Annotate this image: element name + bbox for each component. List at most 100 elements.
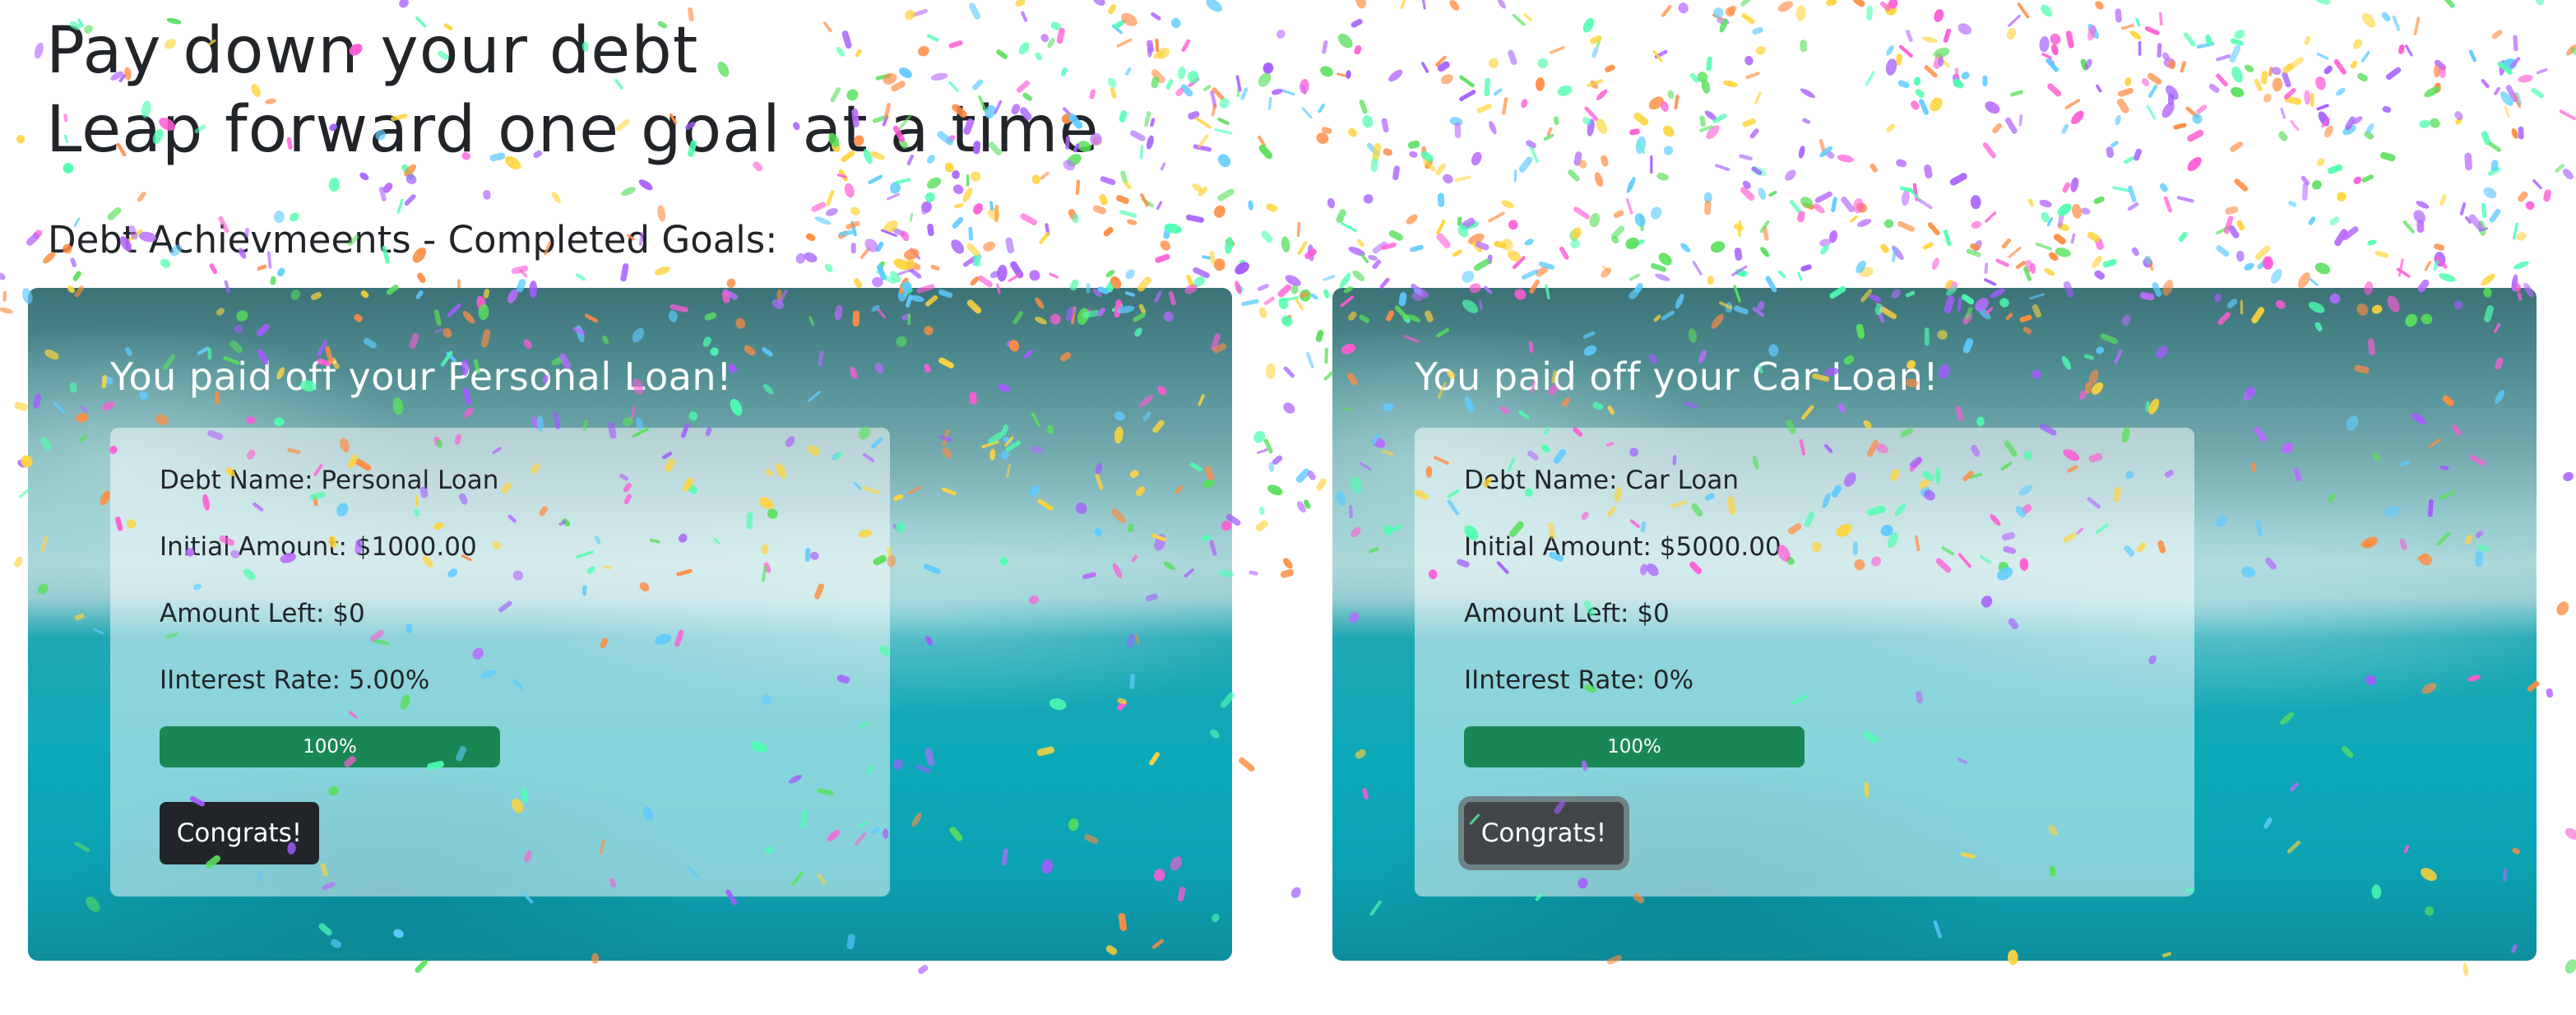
amount-left-value: $0 <box>332 599 365 628</box>
confetti-piece <box>1813 203 1825 214</box>
confetti-piece <box>1627 239 1645 249</box>
confetti-piece <box>1853 197 1864 214</box>
confetti-piece <box>859 247 871 259</box>
confetti-piece <box>1667 90 1675 100</box>
confetti-piece <box>399 0 409 8</box>
confetti-piece <box>2271 268 2282 284</box>
confetti-piece <box>2570 47 2576 56</box>
confetti-piece <box>1591 47 1599 58</box>
confetti-piece <box>1508 49 1517 65</box>
confetti-piece <box>1742 118 1756 127</box>
confetti-piece <box>1126 219 1137 225</box>
confetti-piece <box>1280 568 1294 578</box>
confetti-piece <box>2047 83 2062 97</box>
confetti-piece <box>0 272 6 280</box>
confetti-piece <box>1513 169 1517 183</box>
confetti-piece <box>2481 78 2490 89</box>
confetti-piece <box>1388 69 1403 82</box>
confetti-piece <box>1449 0 1459 11</box>
confetti-piece <box>2488 141 2501 152</box>
confetti-piece <box>1410 244 1424 253</box>
confetti-piece <box>1699 125 1714 132</box>
confetti-piece <box>1435 55 1447 67</box>
confetti-piece <box>2025 259 2032 273</box>
confetti-piece <box>1202 85 1212 92</box>
confetti-piece <box>1800 39 1807 53</box>
confetti-piece <box>2566 44 2576 56</box>
confetti-piece <box>1699 115 1706 127</box>
confetti-piece <box>2518 126 2524 140</box>
amount-left-row: Amount Left: $0 <box>1464 597 1670 630</box>
confetti-piece <box>1930 97 1943 112</box>
confetti-piece <box>2094 270 2106 280</box>
confetti-piece <box>1953 78 1964 89</box>
confetti-piece <box>1141 197 1155 208</box>
amount-left-label: Amount Left: <box>1464 599 1629 628</box>
confetti-piece <box>1296 501 1306 513</box>
confetti-piece <box>971 171 981 182</box>
confetti-piece <box>2513 93 2522 109</box>
confetti-piece <box>16 134 25 144</box>
confetti-piece <box>952 169 960 179</box>
confetti-piece <box>2434 256 2448 269</box>
confetti-piece <box>25 233 40 246</box>
confetti-piece <box>1310 293 1318 300</box>
confetti-piece <box>1420 146 1427 160</box>
congrats-button[interactable]: Congrats! <box>160 802 319 864</box>
confetti-piece <box>2128 185 2137 202</box>
confetti-piece <box>1755 45 1766 55</box>
confetti-piece <box>1301 107 1313 119</box>
goal-card-car-loan: You paid off your Car Loan! Debt Name: C… <box>1332 288 2537 961</box>
confetti-piece <box>1601 155 1609 167</box>
confetti-piece <box>2525 201 2535 211</box>
confetti-piece <box>2106 146 2114 158</box>
confetti-piece <box>1625 237 1639 250</box>
confetti-piece <box>973 203 984 215</box>
confetti-piece <box>2439 194 2447 206</box>
confetti-piece <box>1777 1 1793 12</box>
confetti-piece <box>2315 0 2330 5</box>
confetti-piece <box>14 556 23 568</box>
confetti-piece <box>2035 242 2053 251</box>
confetti-piece <box>1075 179 1081 195</box>
confetti-piece <box>1454 175 1471 183</box>
congrats-button[interactable]: Congrats! <box>1464 802 1624 864</box>
confetti-piece <box>2008 14 2021 27</box>
confetti-piece <box>1727 5 1736 15</box>
confetti-piece <box>396 198 404 214</box>
confetti-piece <box>1508 220 1518 230</box>
confetti-piece <box>2112 186 2131 192</box>
confetti-piece <box>2518 191 2528 202</box>
confetti-piece <box>1654 49 1668 59</box>
confetti-piece <box>2564 959 2576 974</box>
confetti-piece <box>2110 141 2119 147</box>
confetti-piece <box>1943 28 1952 43</box>
confetti-piece <box>1240 87 1249 100</box>
confetti-piece <box>2244 262 2254 271</box>
confetti-piece <box>1348 247 1365 257</box>
confetti-piece <box>891 227 906 236</box>
confetti-piece <box>1177 66 1186 80</box>
confetti-piece <box>1749 128 1759 139</box>
confetti-piece <box>1884 3 1897 16</box>
confetti-piece <box>1187 71 1199 84</box>
confetti-piece <box>1865 71 1875 86</box>
confetti-piece <box>2018 114 2023 127</box>
confetti-piece <box>836 174 847 178</box>
confetti-piece <box>1256 448 1268 454</box>
confetti-piece <box>1740 0 1754 7</box>
confetti-piece <box>2512 222 2518 240</box>
confetti-piece <box>1933 53 1944 69</box>
confetti-piece <box>1440 74 1453 85</box>
confetti-piece <box>1758 187 1767 200</box>
confetti-piece <box>2135 17 2141 27</box>
confetti-piece <box>2046 217 2054 227</box>
confetti-piece <box>1459 90 1476 102</box>
confetti-piece <box>1425 158 1434 169</box>
confetti-piece <box>1188 77 1200 87</box>
debt-name-row: Debt Name: Personal Loan <box>160 464 498 497</box>
confetti-piece <box>2030 262 2036 274</box>
confetti-piece <box>2374 250 2389 258</box>
confetti-piece <box>1294 298 1304 311</box>
confetti-piece <box>1605 64 1615 72</box>
